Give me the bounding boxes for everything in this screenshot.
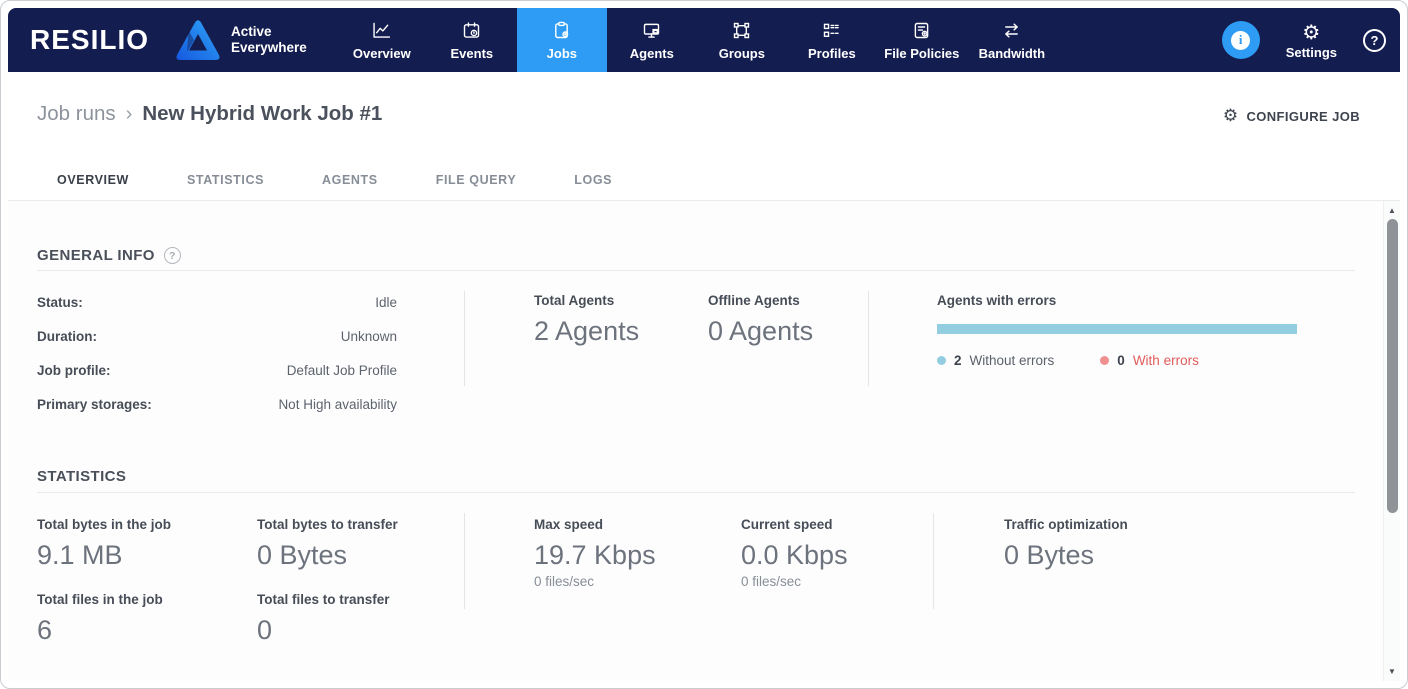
total-files-in-job-stat: Total files in the job 6 bbox=[37, 592, 163, 646]
red-dot-icon bbox=[1100, 356, 1109, 365]
nav-item-groups[interactable]: Groups bbox=[697, 8, 787, 72]
agents-with-errors-widget: Agents with errors 2 Without errors 0 Wi… bbox=[937, 293, 1297, 368]
section-divider bbox=[37, 492, 1355, 493]
general-info-fields: Status: Idle Duration: Unknown Job profi… bbox=[37, 295, 397, 413]
overview-tab-panel: GENERAL INFO ? Status: Idle Duration: Un… bbox=[8, 201, 1400, 681]
list-settings-icon bbox=[821, 20, 842, 41]
current-speed-value: 0.0 Kbps bbox=[741, 539, 848, 571]
nav-item-bandwidth[interactable]: Bandwidth bbox=[967, 8, 1057, 72]
field-duration: Duration: Unknown bbox=[37, 329, 397, 345]
tab-overview[interactable]: OVERVIEW bbox=[37, 163, 149, 202]
app-window: RESILIO Active Everywhere bbox=[0, 0, 1408, 689]
tab-file-query[interactable]: FILE QUERY bbox=[416, 163, 537, 202]
nav-item-overview[interactable]: Overview bbox=[337, 8, 427, 72]
max-speed-stat: Max speed 19.7 Kbps 0 files/sec bbox=[534, 517, 656, 591]
total-files-to-transfer-stat: Total files to transfer 0 bbox=[257, 592, 390, 646]
agents-errors-legend: 2 Without errors 0 With errors bbox=[937, 353, 1297, 368]
clipboard-icon bbox=[551, 20, 572, 41]
nav-item-events[interactable]: Events bbox=[427, 8, 517, 72]
vertical-divider bbox=[464, 513, 465, 609]
info-button[interactable]: i bbox=[1222, 21, 1260, 59]
total-files-in-job-value: 6 bbox=[37, 614, 163, 646]
field-status: Status: Idle bbox=[37, 295, 397, 311]
traffic-optimization-stat: Traffic optimization 0 Bytes bbox=[1004, 517, 1128, 571]
offline-agents-value: 0 Agents bbox=[708, 315, 813, 347]
group-nodes-icon bbox=[731, 20, 752, 41]
total-bytes-in-job-stat: Total bytes in the job 9.1 MB bbox=[37, 517, 171, 571]
product-name: Active Everywhere bbox=[231, 24, 307, 55]
tab-statistics[interactable]: STATISTICS bbox=[167, 163, 284, 202]
total-bytes-in-job-value: 9.1 MB bbox=[37, 539, 171, 571]
resilio-wordmark: RESILIO bbox=[30, 24, 149, 56]
vertical-divider bbox=[868, 291, 869, 386]
general-info-section-title: GENERAL INFO ? bbox=[37, 247, 181, 264]
legend-without-errors: 2 Without errors bbox=[937, 353, 1054, 368]
configure-job-button[interactable]: ⚙ CONFIGURE JOB bbox=[1223, 105, 1360, 127]
section-divider bbox=[37, 270, 1355, 271]
blue-dot-icon bbox=[937, 356, 946, 365]
gear-icon: ⚙ bbox=[1223, 105, 1239, 127]
chevron-right-icon: › bbox=[126, 100, 133, 128]
total-files-to-transfer-value: 0 bbox=[257, 614, 390, 646]
agents-errors-bar bbox=[937, 324, 1297, 334]
breadcrumb: Job runs › New Hybrid Work Job #1 bbox=[37, 100, 382, 128]
agents-errors-bar-fill bbox=[937, 324, 1297, 334]
top-nav: RESILIO Active Everywhere bbox=[8, 8, 1400, 72]
scroll-down-icon[interactable] bbox=[1384, 667, 1400, 676]
duration-value: Unknown bbox=[341, 329, 397, 345]
info-icon: i bbox=[1231, 31, 1250, 50]
nav-item-file-policies[interactable]: File Policies bbox=[877, 8, 967, 72]
legend-with-errors: 0 With errors bbox=[1100, 353, 1199, 368]
chart-line-icon bbox=[371, 20, 392, 41]
nav-item-jobs[interactable]: Jobs bbox=[517, 8, 607, 72]
general-info-help-icon[interactable]: ? bbox=[164, 247, 181, 264]
job-tabs: OVERVIEW STATISTICS AGENTS FILE QUERY LO… bbox=[37, 163, 650, 202]
total-agents-stat: Total Agents 2 Agents bbox=[534, 293, 639, 347]
nav-right-actions: i ⚙ Settings ? bbox=[1222, 8, 1400, 72]
transfer-arrows-icon bbox=[1001, 20, 1022, 41]
question-icon: ? bbox=[1371, 33, 1379, 48]
max-speed-value: 19.7 Kbps bbox=[534, 539, 656, 571]
nav-menu: Overview Events bbox=[337, 8, 1057, 72]
nav-item-profiles[interactable]: Profiles bbox=[787, 8, 877, 72]
file-gear-icon bbox=[911, 20, 932, 41]
help-button[interactable]: ? bbox=[1363, 29, 1386, 52]
field-primary-storages: Primary storages: Not High availability bbox=[37, 397, 397, 413]
resilio-logo-icon bbox=[175, 19, 221, 61]
status-value: Idle bbox=[375, 295, 397, 311]
total-agents-value: 2 Agents bbox=[534, 315, 639, 347]
scroll-up-icon[interactable] bbox=[1384, 206, 1400, 215]
gear-icon: ⚙ bbox=[1302, 21, 1320, 43]
total-bytes-to-transfer-value: 0 Bytes bbox=[257, 539, 398, 571]
current-speed-stat: Current speed 0.0 Kbps 0 files/sec bbox=[741, 517, 848, 591]
statistics-section-title: STATISTICS bbox=[37, 468, 126, 485]
primary-storages-value: Not High availability bbox=[278, 397, 397, 413]
traffic-optimization-value: 0 Bytes bbox=[1004, 539, 1128, 571]
vertical-divider bbox=[464, 291, 465, 386]
total-bytes-to-transfer-stat: Total bytes to transfer 0 Bytes bbox=[257, 517, 398, 571]
tab-agents[interactable]: AGENTS bbox=[302, 163, 398, 202]
current-speed-files-per-sec: 0 files/sec bbox=[741, 573, 848, 591]
calendar-clock-icon bbox=[461, 20, 482, 41]
vertical-scrollbar[interactable] bbox=[1383, 201, 1400, 681]
offline-agents-stat: Offline Agents 0 Agents bbox=[708, 293, 813, 347]
field-job-profile: Job profile: Default Job Profile bbox=[37, 363, 397, 379]
nav-item-agents[interactable]: Agents bbox=[607, 8, 697, 72]
page-title: New Hybrid Work Job #1 bbox=[142, 100, 382, 128]
nav-item-settings[interactable]: ⚙ Settings bbox=[1286, 21, 1337, 60]
job-profile-value: Default Job Profile bbox=[287, 363, 397, 379]
tab-logs[interactable]: LOGS bbox=[554, 163, 632, 202]
monitor-icon bbox=[641, 20, 662, 41]
vertical-divider bbox=[933, 513, 934, 609]
breadcrumb-job-runs[interactable]: Job runs bbox=[37, 100, 116, 128]
scrollbar-thumb[interactable] bbox=[1387, 219, 1398, 513]
max-speed-files-per-sec: 0 files/sec bbox=[534, 573, 656, 591]
